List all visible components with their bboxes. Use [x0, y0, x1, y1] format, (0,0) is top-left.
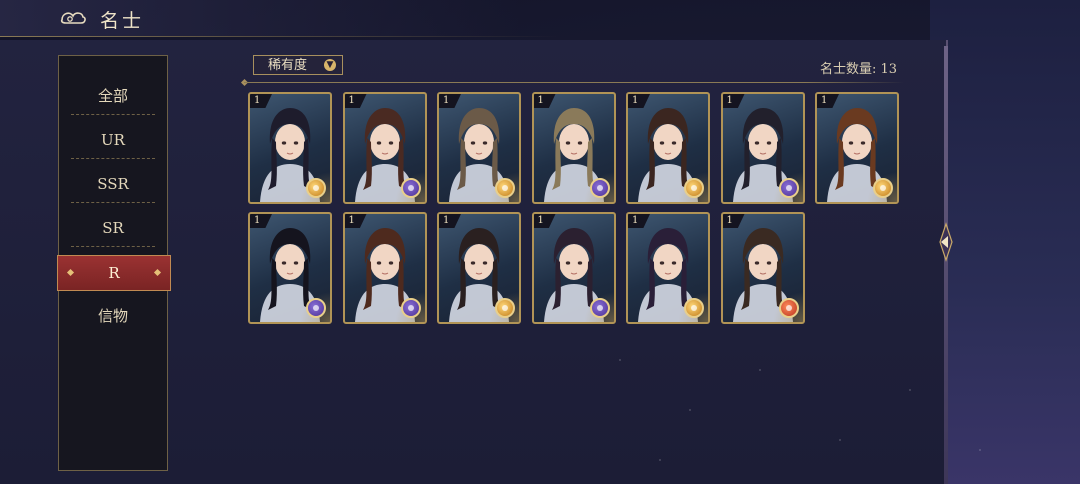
rarity-filter-label: 稀有度 [268, 58, 308, 73]
attribute-badge-icon [873, 178, 893, 198]
character-card[interactable]: 1 [626, 212, 710, 324]
attribute-badge-icon [495, 298, 515, 318]
sidebar-item-all[interactable]: 全部 [59, 76, 167, 116]
character-card[interactable]: 1 [437, 212, 521, 324]
badge-highlight [785, 185, 792, 191]
badge-highlight [691, 305, 697, 311]
category-sidebar: 全部 UR SSR SR R 信物 [57, 55, 171, 471]
attribute-badge-icon [589, 298, 610, 318]
page-title: 名士 [100, 10, 145, 32]
badge-highlight [313, 185, 319, 191]
character-card[interactable]: 1 [248, 92, 332, 204]
star-field [600, 330, 1020, 480]
character-card[interactable]: 1 [531, 212, 616, 324]
badge-highlight [880, 185, 886, 191]
character-card[interactable]: 1 [248, 212, 332, 324]
badge-highlight [596, 185, 603, 191]
character-card[interactable]: 1 [342, 92, 427, 204]
character-card[interactable]: 1 [531, 92, 616, 204]
attribute-badge-icon [684, 178, 704, 198]
attribute-badge-icon [306, 298, 326, 318]
badge-highlight [596, 305, 603, 311]
sidebar-divider [71, 114, 155, 115]
sidebar-divider [71, 246, 155, 247]
attribute-badge-icon [778, 298, 799, 318]
character-card[interactable]: 1 [437, 92, 521, 204]
attribute-badge-icon [400, 178, 421, 198]
sidebar-divider [71, 202, 155, 203]
filter-divider [244, 82, 904, 83]
attribute-badge-icon [684, 298, 704, 318]
sidebar-item-sr[interactable]: SR [59, 208, 167, 248]
character-card[interactable]: 1 [342, 212, 427, 324]
sidebar-item-tokens[interactable]: 信物 [59, 296, 167, 336]
panel-collapse-arrow-icon[interactable] [932, 222, 954, 262]
character-card[interactable]: 1 [626, 92, 710, 204]
character-card[interactable]: 1 [720, 212, 805, 324]
character-card[interactable]: 1 [815, 92, 899, 204]
character-count: 名士数量: 13 [820, 62, 898, 77]
badge-highlight [502, 185, 508, 191]
badge-highlight [785, 305, 792, 311]
character-grid: 1111111111111 [248, 92, 908, 328]
badge-highlight [691, 185, 697, 191]
badge-highlight [407, 305, 414, 311]
rarity-filter-button[interactable]: 稀有度 ▼ [253, 55, 343, 75]
sidebar-divider [71, 158, 155, 159]
attribute-badge-icon [495, 178, 515, 198]
attribute-badge-icon [306, 178, 326, 198]
attribute-badge-icon [778, 178, 799, 198]
cloud-swirl-icon [60, 12, 86, 24]
attribute-badge-icon [589, 178, 610, 198]
sidebar-item-r[interactable]: R [57, 255, 171, 291]
badge-highlight [313, 305, 319, 311]
badge-highlight [502, 305, 508, 311]
chevron-down-icon: ▼ [324, 59, 336, 71]
header-divider [0, 36, 560, 37]
badge-highlight [407, 185, 414, 191]
character-card[interactable]: 1 [720, 92, 805, 204]
attribute-badge-icon [400, 298, 421, 318]
sidebar-item-ssr[interactable]: SSR [59, 164, 167, 204]
header-bar: 名士 [0, 0, 1080, 38]
sidebar-item-ur[interactable]: UR [59, 120, 167, 160]
